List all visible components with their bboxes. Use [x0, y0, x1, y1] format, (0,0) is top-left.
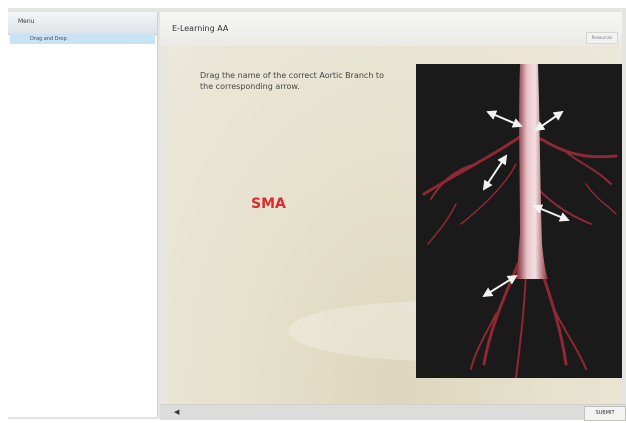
aorta-image	[416, 64, 622, 378]
header-bar: E-Learning AA Resources	[160, 12, 622, 46]
speaker-icon[interactable]: ◀	[174, 408, 179, 416]
resources-button[interactable]: Resources	[586, 32, 618, 44]
menu-header: Menu	[8, 12, 157, 35]
sidebar: Menu Drag and Drop	[8, 12, 158, 417]
main-panel: E-Learning AA Resources Drag the name of…	[160, 12, 622, 404]
aorta-angiogram-image	[416, 64, 622, 378]
question-instructions: Drag the name of the correct Aortic Bran…	[200, 71, 384, 91]
sidebar-item-label: Drag and Drop	[30, 36, 67, 42]
drag-item-sma[interactable]: SMA	[251, 196, 286, 212]
footer-bar: ◀ SUBMIT	[160, 404, 626, 421]
page-title: E-Learning AA	[172, 24, 229, 33]
question-area: Drag the name of the correct Aortic Bran…	[168, 46, 622, 404]
submit-button[interactable]: SUBMIT	[584, 406, 626, 421]
sidebar-item-drag-and-drop[interactable]: Drag and Drop	[10, 34, 155, 44]
menu-title: Menu	[18, 18, 35, 25]
